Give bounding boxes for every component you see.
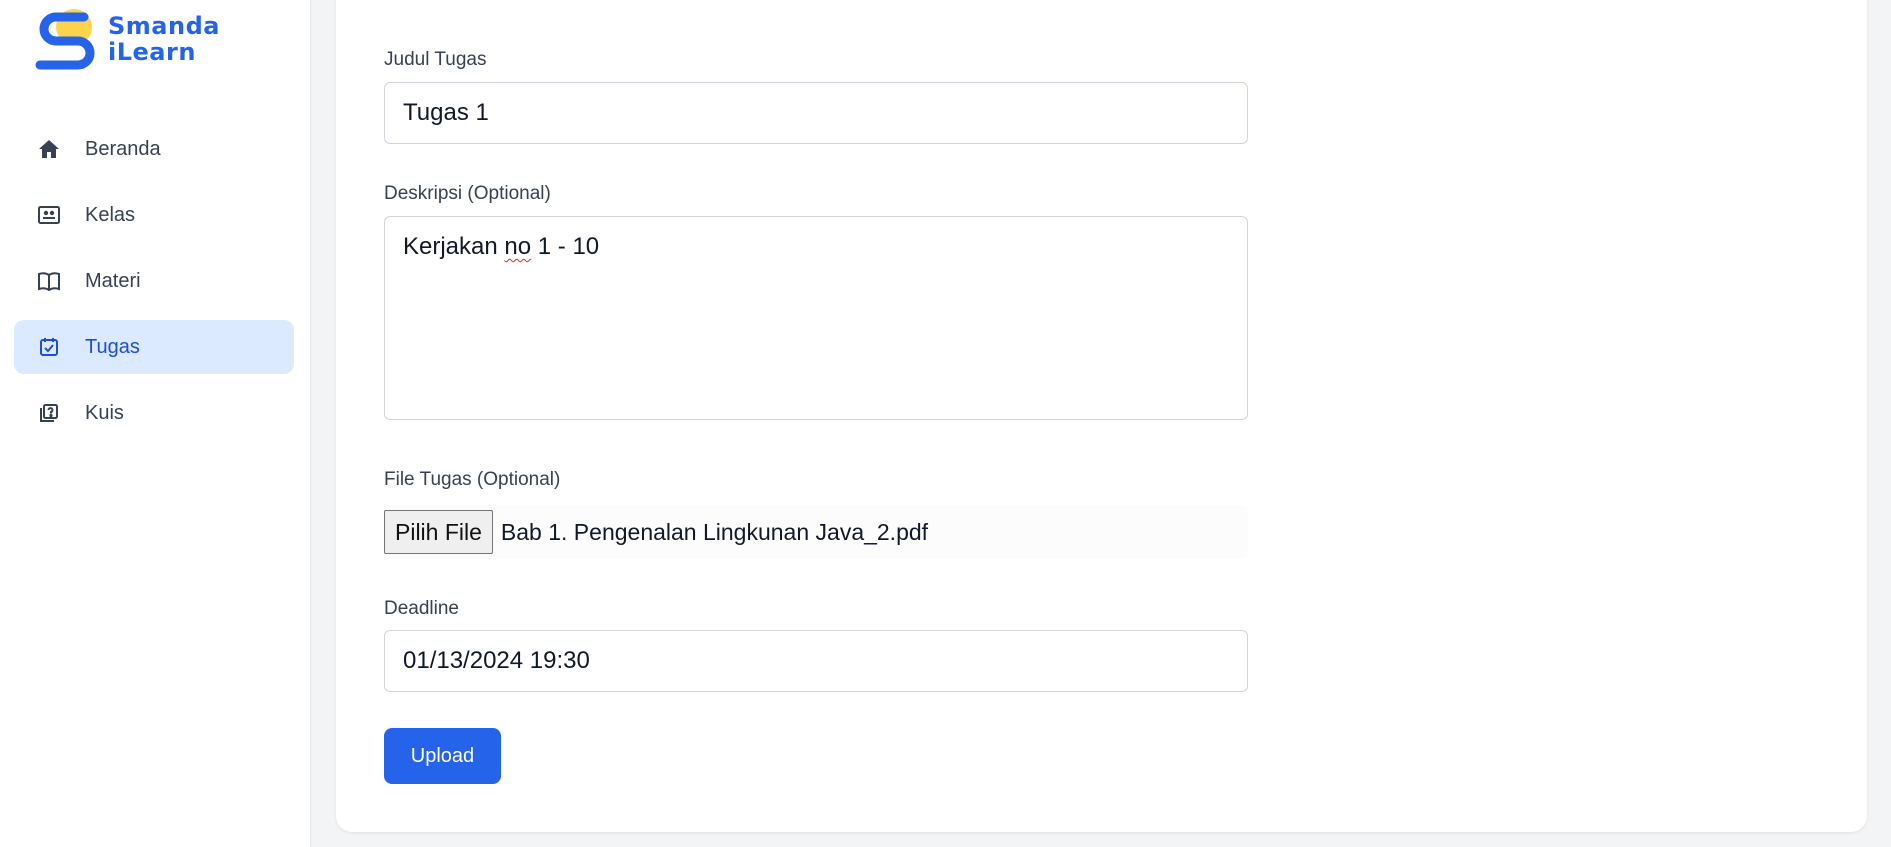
description-label: Deskripsi (Optional) bbox=[384, 183, 551, 204]
logo-mark-icon bbox=[35, 9, 95, 70]
quiz-icon bbox=[37, 401, 61, 425]
sidebar-item-tugas[interactable]: Tugas bbox=[14, 320, 294, 374]
book-icon bbox=[37, 269, 61, 293]
sidebar-item-materi[interactable]: Materi bbox=[14, 254, 294, 308]
title-input[interactable] bbox=[384, 82, 1248, 144]
sidebar-item-kelas[interactable]: Kelas bbox=[14, 188, 294, 242]
selected-file-name: Bab 1. Pengenalan Lingkunan Java_2.pdf bbox=[500, 518, 929, 545]
class-icon bbox=[37, 203, 61, 227]
upload-button[interactable]: Upload bbox=[384, 728, 501, 784]
title-label: Judul Tugas bbox=[384, 49, 487, 70]
task-check-icon bbox=[37, 335, 61, 359]
deadline-input[interactable] bbox=[384, 630, 1248, 692]
sidebar-item-label: Tugas bbox=[85, 335, 140, 358]
brand-line1: Smanda bbox=[108, 12, 220, 40]
logo-text: Smanda iLearn bbox=[108, 13, 220, 65]
description-textarea[interactable]: Kerjakan no 1 - 10 bbox=[384, 216, 1248, 420]
logo[interactable]: Smanda iLearn bbox=[34, 5, 220, 73]
file-label: File Tugas (Optional) bbox=[384, 469, 561, 490]
sidebar-item-label: Materi bbox=[85, 269, 141, 292]
file-input[interactable]: Pilih File Bab 1. Pengenalan Lingkunan J… bbox=[384, 505, 1248, 559]
sidebar-item-kuis[interactable]: Kuis bbox=[14, 386, 294, 440]
description-text-pre: Kerjakan bbox=[403, 233, 505, 260]
description-text-post: 1 - 10 bbox=[531, 233, 600, 260]
sidebar: Smanda iLearn Beranda Kelas Materi Tugas… bbox=[0, 0, 311, 847]
brand-line2: iLearn bbox=[108, 38, 196, 66]
sidebar-item-label: Kuis bbox=[85, 401, 124, 424]
sidebar-item-beranda[interactable]: Beranda bbox=[14, 122, 294, 176]
home-icon bbox=[37, 137, 61, 161]
sidebar-item-label: Beranda bbox=[85, 137, 161, 160]
spellcheck-word: no bbox=[504, 233, 532, 260]
sidebar-nav: Beranda Kelas Materi Tugas Kuis bbox=[14, 122, 294, 452]
choose-file-button[interactable]: Pilih File bbox=[384, 510, 493, 554]
deadline-label: Deadline bbox=[384, 598, 459, 619]
sidebar-item-label: Kelas bbox=[85, 203, 136, 226]
